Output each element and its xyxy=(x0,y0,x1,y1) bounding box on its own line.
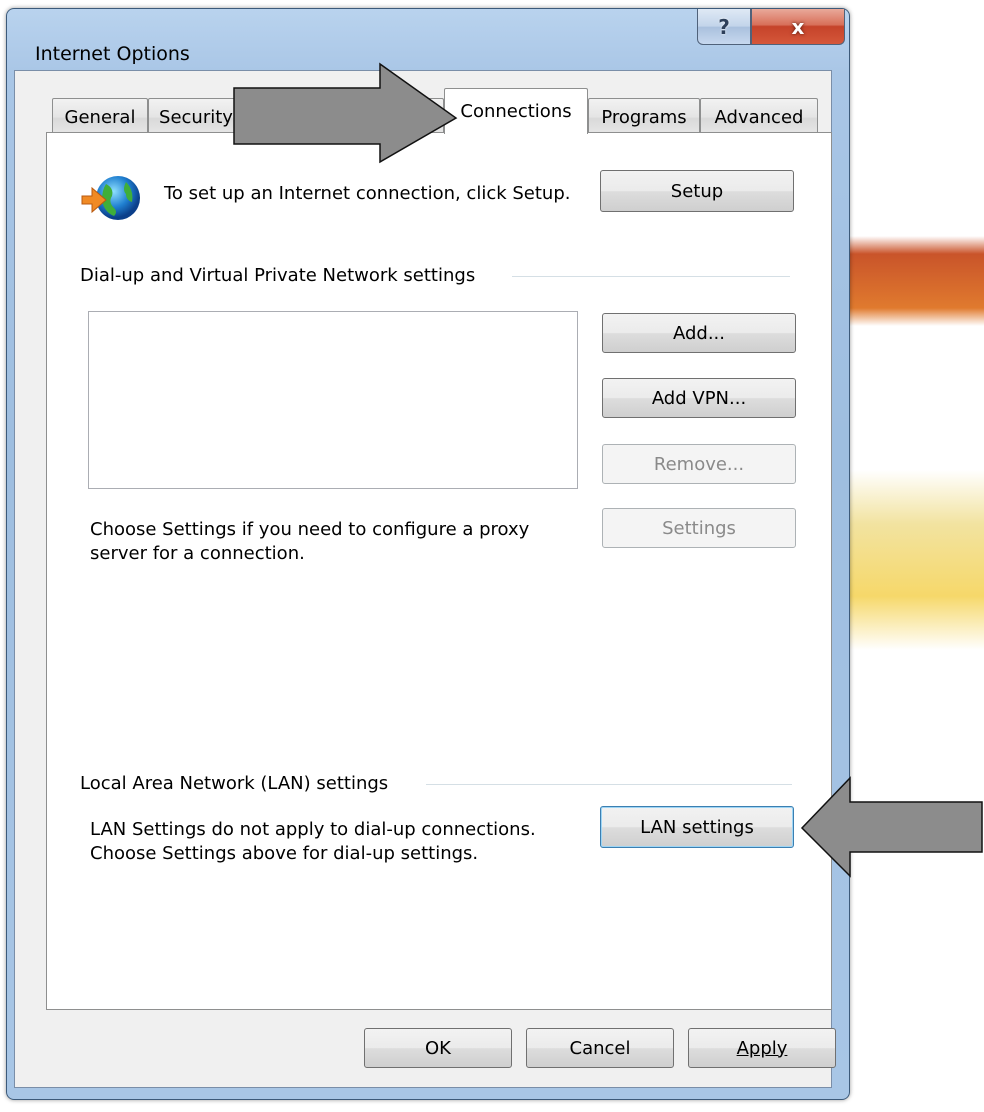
settings-button[interactable]: Settings xyxy=(602,508,796,548)
add-vpn-button[interactable]: Add VPN... xyxy=(602,378,796,418)
window-title: Internet Options xyxy=(35,43,190,65)
annotation-arrow-right xyxy=(233,62,458,164)
tab-general[interactable]: General xyxy=(52,98,148,136)
dialup-group-divider xyxy=(512,276,790,277)
lan-instructions: LAN Settings do not apply to dial-up con… xyxy=(90,819,536,864)
close-icon: x xyxy=(791,14,805,39)
dialup-group-label: Dial-up and Virtual Private Network sett… xyxy=(80,265,476,286)
proxy-instructions: Choose Settings if you need to configure… xyxy=(90,519,530,564)
tab-advanced[interactable]: Advanced xyxy=(700,98,818,136)
cancel-button[interactable]: Cancel xyxy=(526,1028,674,1068)
lan-settings-button[interactable]: LAN settings xyxy=(600,806,794,848)
add-button[interactable]: Add... xyxy=(602,313,796,353)
ok-button[interactable]: OK xyxy=(364,1028,512,1068)
close-button[interactable]: x xyxy=(751,9,845,45)
internet-globe-icon xyxy=(81,176,140,220)
lan-group-label: Local Area Network (LAN) settings xyxy=(80,773,389,794)
tab-connections[interactable]: Connections xyxy=(444,88,588,134)
desktop-background xyxy=(840,200,984,1100)
remove-button[interactable]: Remove... xyxy=(602,444,796,484)
annotation-arrow-left xyxy=(800,776,983,878)
help-button[interactable]: ? xyxy=(697,9,751,45)
apply-button[interactable]: Apply xyxy=(688,1028,836,1068)
dialup-connections-list[interactable] xyxy=(88,311,578,489)
tab-programs[interactable]: Programs xyxy=(588,98,700,136)
setup-instructions: To set up an Internet connection, click … xyxy=(164,183,571,204)
lan-group-divider xyxy=(426,784,792,785)
apply-label: Apply xyxy=(736,1037,788,1059)
setup-button[interactable]: Setup xyxy=(600,170,794,212)
help-icon: ? xyxy=(718,14,730,39)
